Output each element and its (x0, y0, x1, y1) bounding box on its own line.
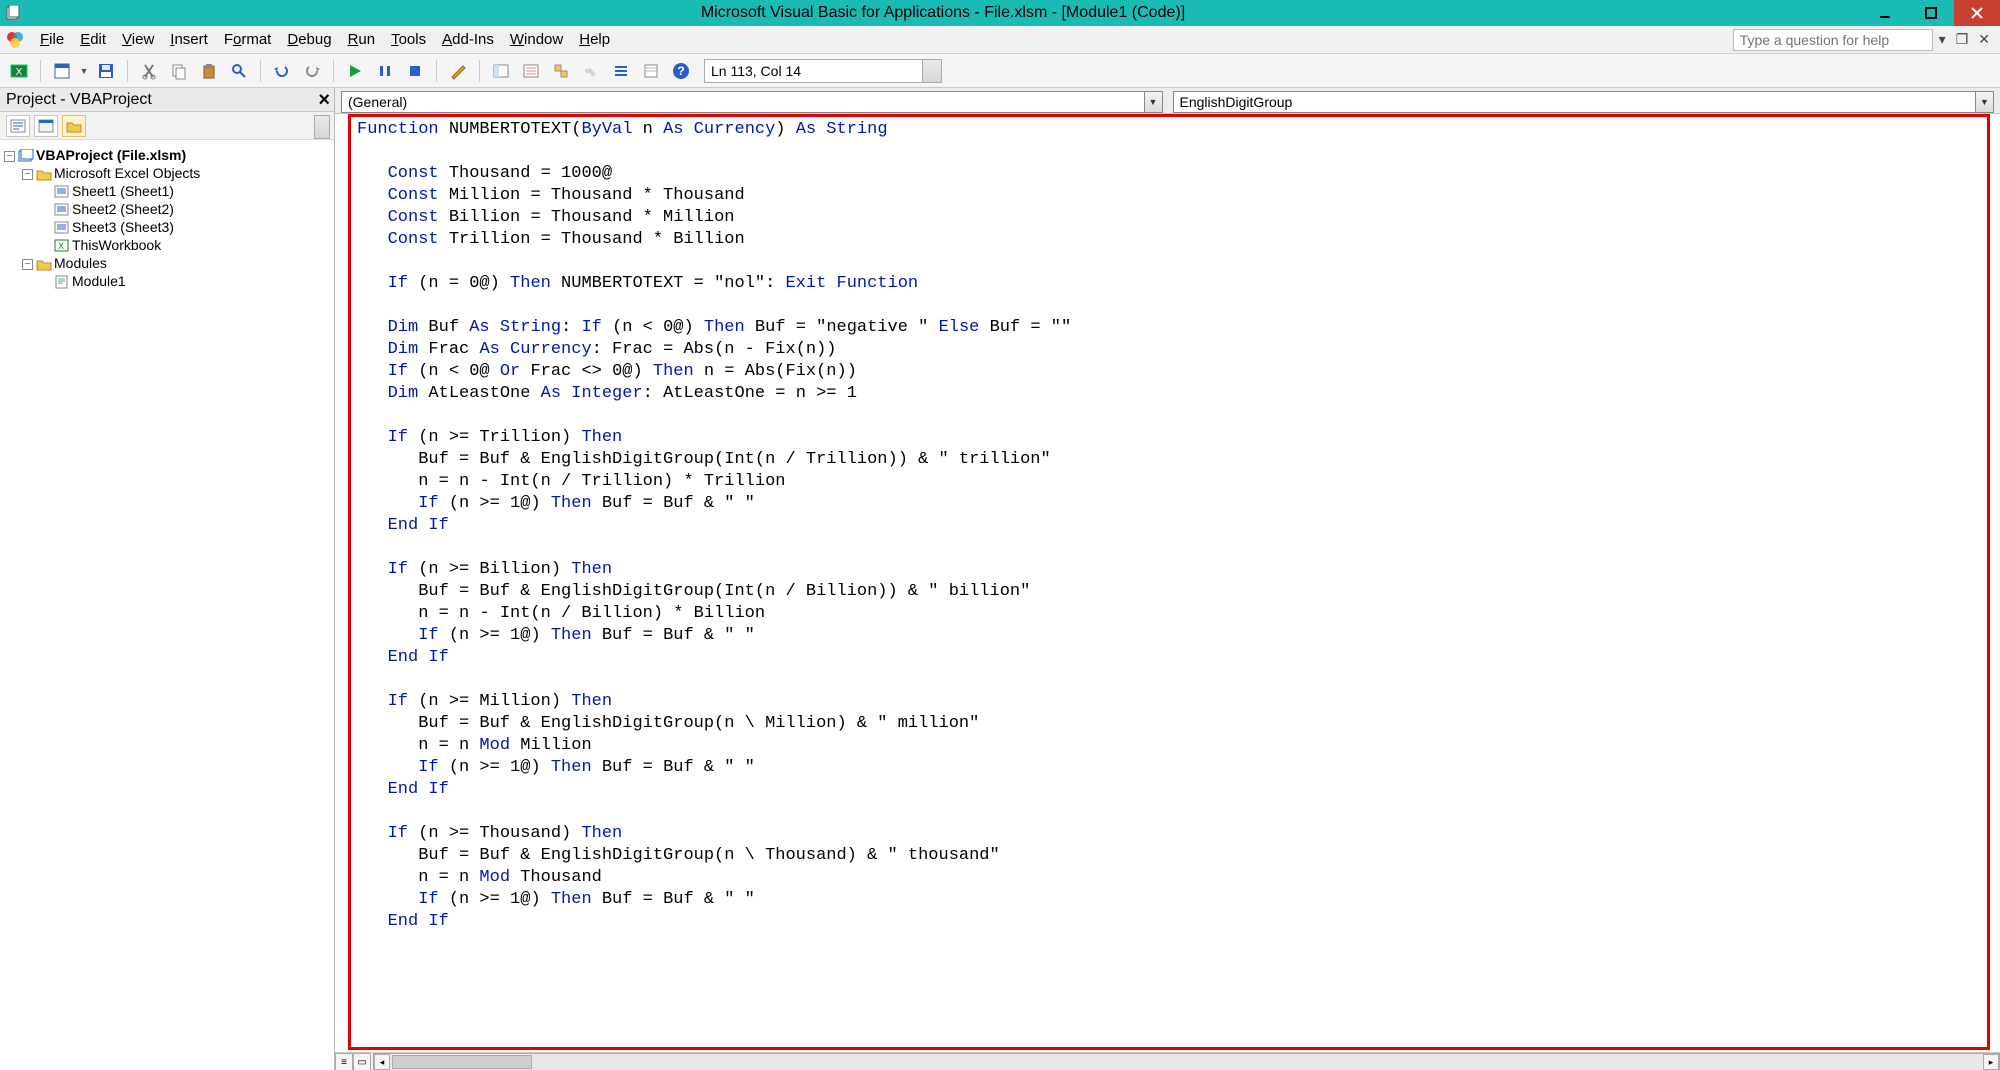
code-bottom-bar: ≡ ▭ ◂ ▸ (335, 1052, 2000, 1070)
properties-window-button[interactable] (518, 58, 544, 84)
run-button[interactable] (342, 58, 368, 84)
undo-button[interactable] (269, 58, 295, 84)
close-button[interactable] (1954, 0, 2000, 26)
project-explorer-close-button[interactable]: × (318, 89, 330, 112)
menu-addins[interactable]: Add-Ins (434, 27, 502, 52)
mdi-window-controls: ▾ ❐ ✕ (1933, 31, 1996, 48)
tree-excel-objects[interactable]: Microsoft Excel Objects (54, 165, 200, 181)
svg-text:X: X (16, 67, 23, 78)
menu-tools[interactable]: Tools (383, 27, 434, 52)
mdi-restore-icon[interactable]: ❐ (1956, 31, 1969, 48)
tree-sheet1[interactable]: Sheet1 (Sheet1) (72, 183, 174, 199)
break-button[interactable] (372, 58, 398, 84)
svg-text:X: X (58, 241, 64, 251)
insert-userform-button[interactable] (49, 58, 75, 84)
chevron-down-icon: ▼ (1144, 92, 1162, 112)
scrollbar-thumb[interactable] (392, 1055, 532, 1069)
tree-thisworkbook[interactable]: ThisWorkbook (72, 237, 161, 253)
menu-help[interactable]: Help (571, 27, 618, 52)
scroll-left-icon[interactable]: ◂ (374, 1054, 390, 1070)
mdi-minimize-icon[interactable]: ▾ (1939, 31, 1946, 48)
project-tree[interactable]: −VBAProject (File.xlsm) −Microsoft Excel… (0, 140, 334, 1070)
minimize-button[interactable] (1862, 0, 1908, 26)
design-mode-button[interactable] (445, 58, 471, 84)
references-button[interactable] (638, 58, 664, 84)
object-browser-button[interactable] (548, 58, 574, 84)
cursor-position: Ln 113, Col 14 (704, 59, 942, 83)
chevron-down-icon: ▼ (1975, 92, 1993, 112)
help-button[interactable]: ? (668, 58, 694, 84)
reset-button[interactable] (402, 58, 428, 84)
project-explorer: Project - VBAProject × −VBAProject (File… (0, 88, 335, 1070)
save-button[interactable] (93, 58, 119, 84)
menu-window[interactable]: Window (502, 27, 571, 52)
svg-text:?: ? (677, 64, 684, 78)
menu-format[interactable]: Format (216, 27, 280, 52)
find-button[interactable] (226, 58, 252, 84)
menu-insert[interactable]: Insert (162, 27, 216, 52)
code-window: (General)▼ EnglishDigitGroup▼ Function N… (335, 88, 2000, 1070)
object-dropdown[interactable]: (General)▼ (341, 91, 1163, 113)
window-title: Microsoft Visual Basic for Applications … (24, 4, 1862, 22)
menu-file[interactable]: File (32, 27, 72, 52)
horizontal-scrollbar[interactable]: ◂ ▸ (373, 1053, 2000, 1070)
tab-order-button[interactable] (608, 58, 634, 84)
project-explorer-title: Project - VBAProject × (0, 88, 334, 112)
code-highlight-frame: Function NUMBERTOTEXT(ByVal n As Currenc… (348, 114, 1990, 1050)
menu-debug[interactable]: Debug (279, 27, 339, 52)
tree-sheet3[interactable]: Sheet3 (Sheet3) (72, 219, 174, 235)
vba-logo-icon (4, 28, 28, 52)
title-bar: Microsoft Visual Basic for Applications … (0, 0, 2000, 26)
maximize-button[interactable] (1908, 0, 1954, 26)
paste-button[interactable] (196, 58, 222, 84)
help-search-input[interactable] (1733, 29, 1933, 51)
project-explorer-toolbar (0, 112, 334, 140)
view-excel-button[interactable]: X (6, 58, 32, 84)
project-explorer-button[interactable] (488, 58, 514, 84)
app-icon (4, 3, 24, 23)
toggle-folders-button[interactable] (62, 115, 86, 137)
procedure-dropdown[interactable]: EnglishDigitGroup▼ (1173, 91, 1995, 113)
tree-sheet2[interactable]: Sheet2 (Sheet2) (72, 201, 174, 217)
view-object-button[interactable] (34, 115, 58, 137)
cut-button[interactable] (136, 58, 162, 84)
full-module-view-button[interactable]: ▭ (353, 1053, 371, 1070)
redo-button[interactable] (299, 58, 325, 84)
tree-module1[interactable]: Module1 (72, 273, 126, 289)
copy-button[interactable] (166, 58, 192, 84)
tree-modules-folder[interactable]: Modules (54, 255, 107, 271)
menu-edit[interactable]: Edit (72, 27, 114, 52)
view-code-button[interactable] (6, 115, 30, 137)
code-editor[interactable]: Function NUMBERTOTEXT(ByVal n As Currenc… (351, 117, 1987, 957)
scroll-right-icon[interactable]: ▸ (1983, 1054, 1999, 1070)
tree-project-root[interactable]: VBAProject (File.xlsm) (36, 147, 186, 163)
procedure-view-button[interactable]: ≡ (335, 1053, 353, 1070)
insert-dropdown-caret[interactable]: ▼ (79, 66, 89, 76)
mdi-close-icon[interactable]: ✕ (1978, 31, 1990, 48)
standard-toolbar: X ▼ ? Ln 113, Col 14 (0, 54, 2000, 88)
menu-view[interactable]: View (114, 27, 162, 52)
toolbox-button[interactable] (578, 58, 604, 84)
menu-bar: File Edit View Insert Format Debug Run T… (0, 26, 2000, 54)
menu-run[interactable]: Run (340, 27, 384, 52)
